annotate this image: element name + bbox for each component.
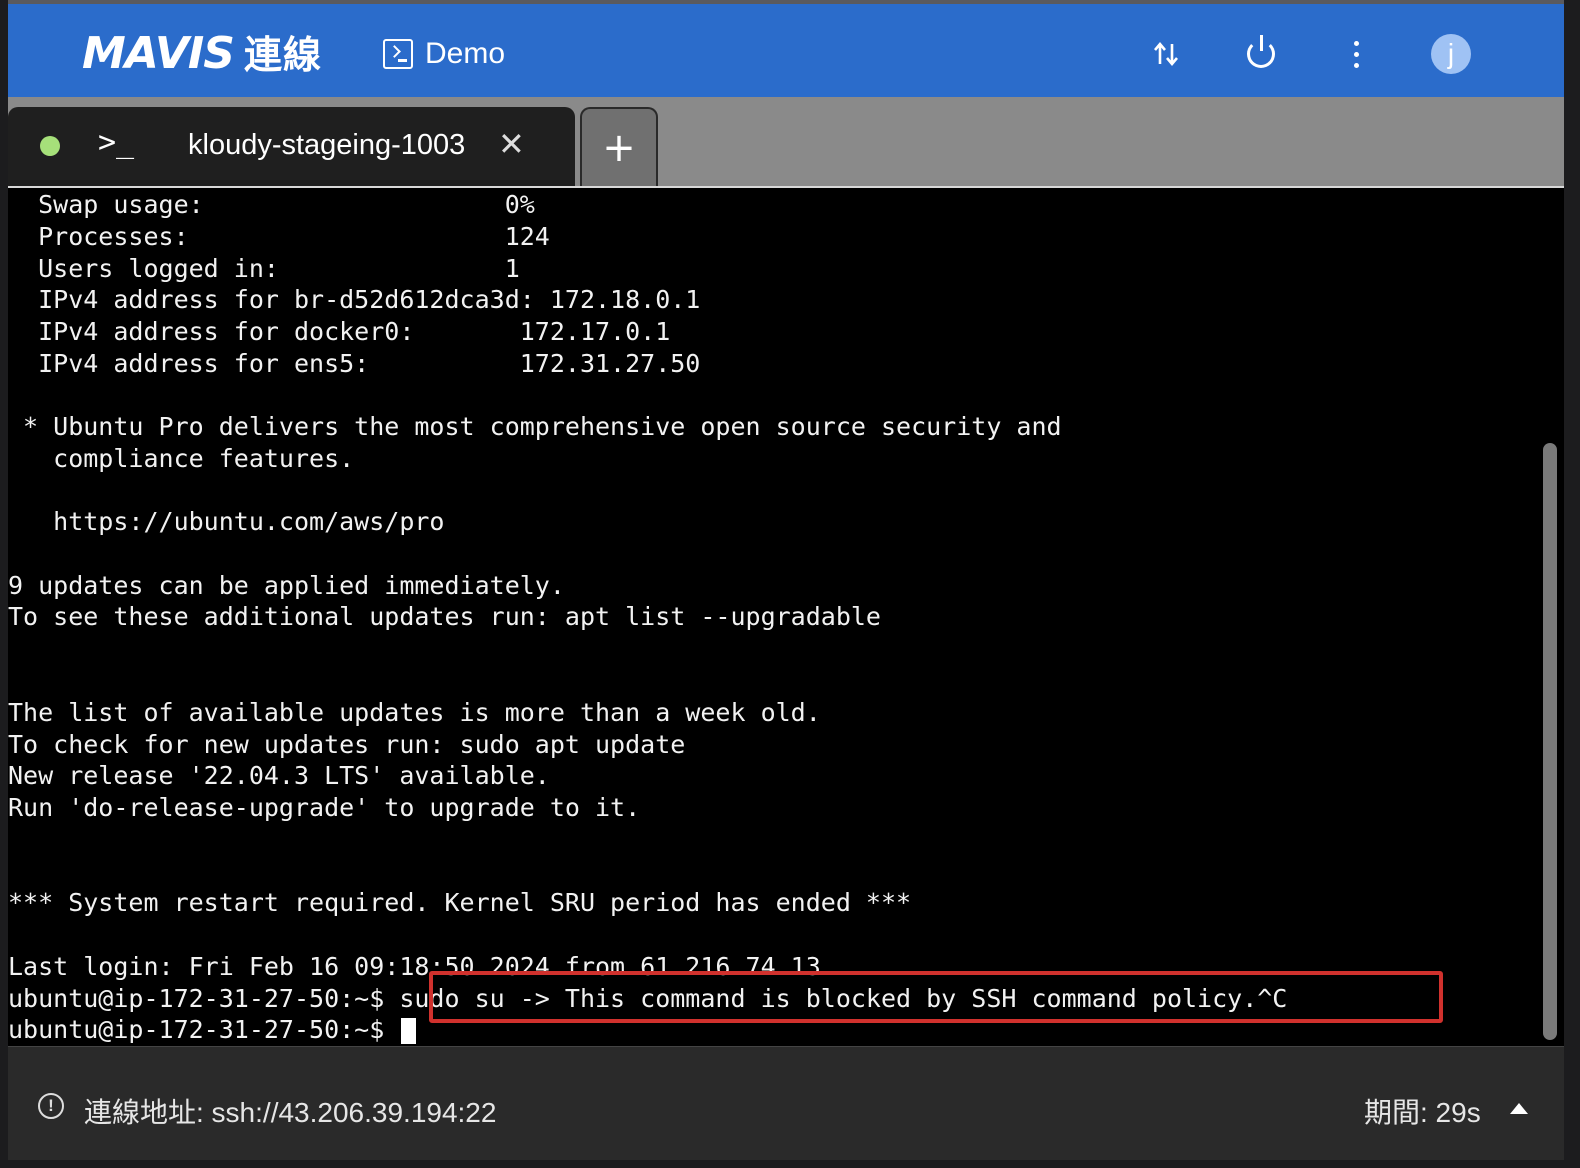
tab-strip: >_ kloudy-stageing-1003 ✕ +: [8, 97, 1564, 188]
terminal-line: The list of available updates is more th…: [8, 698, 821, 727]
connection-address: 連線地址: ssh://43.206.39.194:22: [84, 1097, 497, 1128]
terminal-line: Processes: 124: [8, 222, 550, 251]
terminal-prompt-icon: >_: [98, 125, 135, 160]
terminal-line: To see these additional updates run: apt…: [8, 602, 881, 631]
power-button[interactable]: [1237, 30, 1285, 78]
brand-logo: MAVIS 連線: [82, 28, 322, 81]
terminal-line: *** System restart required. Kernel SRU …: [8, 888, 912, 917]
top-bar: MAVIS 連線 Demo j: [8, 0, 1564, 97]
sort-arrows-glyph: [1154, 41, 1178, 67]
terminal-icon: [383, 39, 413, 69]
prompt-text: ubuntu@ip-172-31-27-50:~$: [8, 1015, 400, 1044]
connection-footer: ! 連線地址: ssh://43.206.39.194:22 期間: 29s: [8, 1046, 1564, 1160]
terminal-output[interactable]: Swap usage: 0% Processes: 124 Users logg…: [8, 188, 1564, 1046]
terminal-line: New release '22.04.3 LTS' available.: [8, 761, 550, 790]
connection-status-icon: [40, 136, 60, 156]
terminal-line: IPv4 address for br-d52d612dca3d: 172.18…: [8, 285, 701, 314]
terminal-line: 9 updates can be applied immediately.: [8, 571, 565, 600]
caret-up-icon[interactable]: [1510, 1103, 1528, 1114]
user-avatar-button[interactable]: j: [1427, 30, 1475, 78]
terminal-line: To check for new updates run: sudo apt u…: [8, 730, 686, 759]
terminal-scrollbar[interactable]: [1543, 443, 1557, 1040]
terminal-line: * Ubuntu Pro delivers the most comprehen…: [8, 412, 1062, 441]
power-icon: [1247, 35, 1275, 68]
session-title: Demo: [383, 34, 505, 74]
info-circle-icon: !: [38, 1093, 64, 1119]
tab-session[interactable]: >_ kloudy-stageing-1003 ✕: [8, 107, 575, 186]
tab-title: kloudy-stageing-1003: [188, 129, 466, 161]
close-icon[interactable]: ✕: [498, 125, 525, 163]
terminal-prompt-line: ubuntu@ip-172-31-27-50:~$: [8, 1015, 417, 1045]
brand-subtitle: 連線: [243, 33, 322, 77]
terminal-line: compliance features.: [8, 444, 355, 473]
session-duration: 期間: 29s: [1364, 1097, 1481, 1128]
terminal-line: IPv4 address for ens5: 172.31.27.50: [8, 349, 701, 378]
session-label: Demo: [425, 37, 506, 70]
app-window: MAVIS 連線 Demo j >_ kloudy-stageing-1003 ✕: [8, 0, 1564, 1160]
new-tab-button[interactable]: +: [580, 107, 658, 186]
avatar: j: [1431, 34, 1471, 74]
brand-name: MAVIS: [82, 28, 235, 79]
more-menu-button[interactable]: [1332, 30, 1380, 78]
terminal-line: https://ubuntu.com/aws/pro: [8, 507, 445, 536]
text-cursor: [401, 1018, 417, 1044]
terminal-line: Run 'do-release-upgrade' to upgrade to i…: [8, 793, 641, 822]
sort-arrows-icon[interactable]: [1142, 30, 1190, 78]
terminal-line: Users logged in: 1: [8, 254, 520, 283]
blocked-command-highlight: [429, 971, 1443, 1023]
terminal-line: Swap usage: 0%: [8, 190, 535, 219]
more-vertical-icon: [1353, 40, 1359, 68]
terminal-line: IPv4 address for docker0: 172.17.0.1: [8, 317, 671, 346]
